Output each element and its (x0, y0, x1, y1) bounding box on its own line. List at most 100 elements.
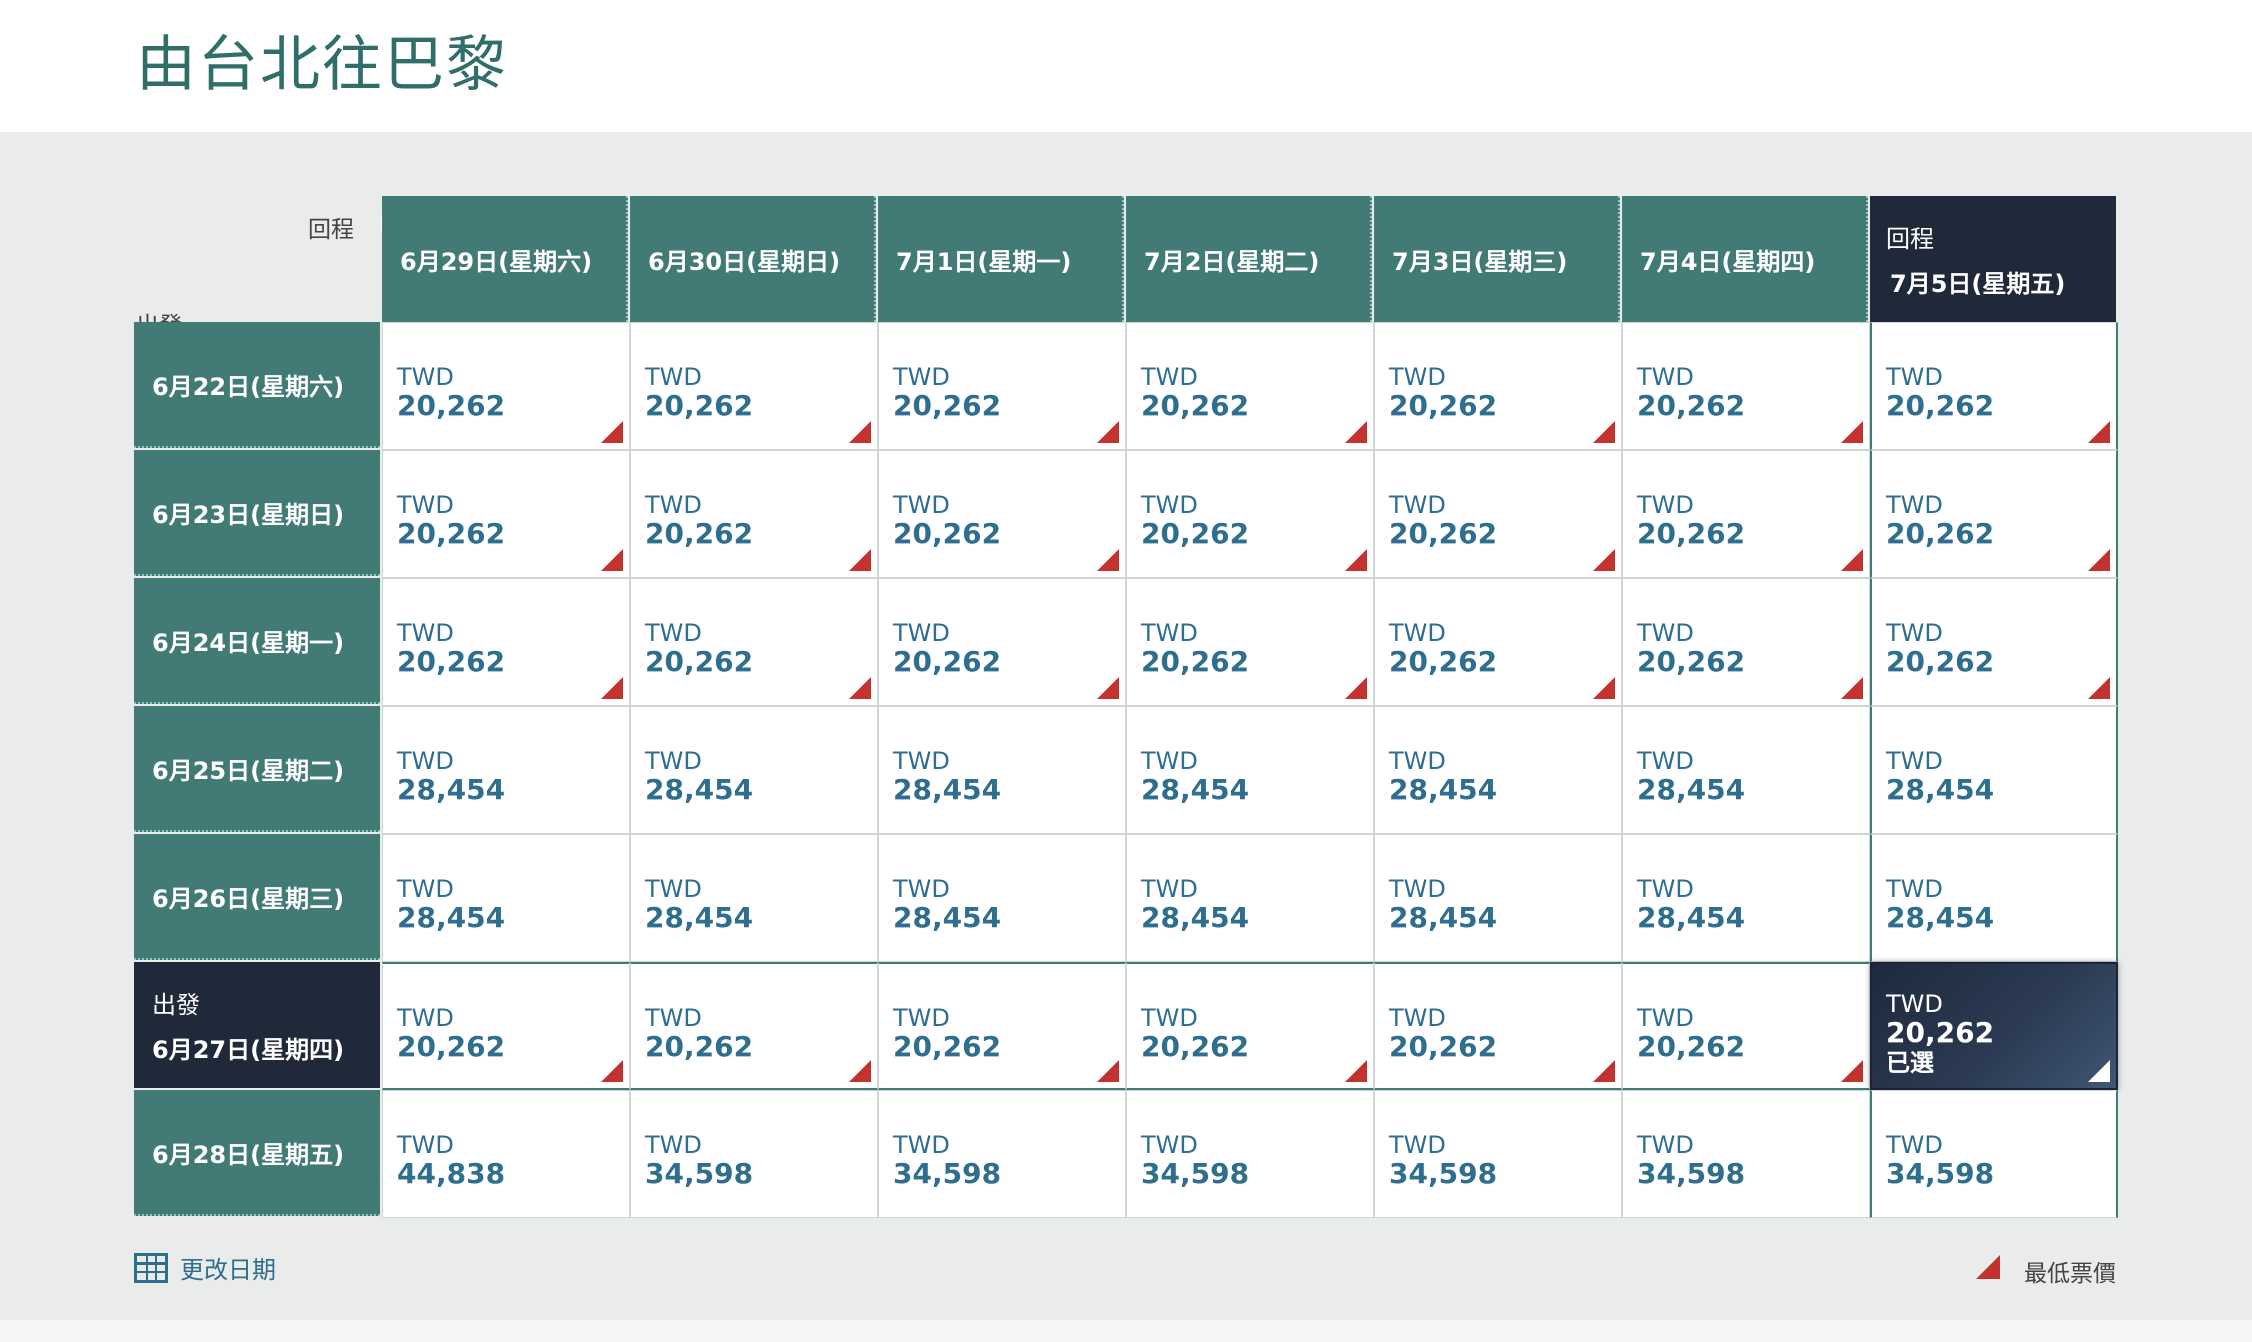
column-header-return-date[interactable]: 7月2日(星期二) (1126, 196, 1372, 322)
row-header-depart-date[interactable]: 6月24日(星期一) (134, 578, 380, 704)
column-header-return-date[interactable]: 6月30日(星期日) (630, 196, 876, 322)
row-header-depart-date[interactable]: 6月26日(星期三) (134, 834, 380, 960)
fare-cell[interactable]: TWD 28,454 (1622, 834, 1870, 962)
currency-label: TWD (1637, 875, 1694, 903)
fare-cell[interactable]: TWD 20,262 (382, 578, 630, 706)
fare-cell[interactable]: TWD 20,262 (1126, 578, 1374, 706)
fare-cell-content: TWD 20,262 (1637, 491, 1745, 549)
fare-cell[interactable]: TWD 20,262 (1374, 578, 1622, 706)
fare-cell[interactable]: TWD 20,262 (1622, 450, 1870, 578)
fare-amount: 20,262 (645, 389, 754, 422)
fare-cell[interactable]: TWD 28,454 (1870, 706, 2118, 834)
fare-cell[interactable]: TWD 20,262 (1374, 450, 1622, 578)
fare-cell[interactable]: TWD 28,454 (630, 834, 878, 962)
fare-cell[interactable]: TWD 28,454 (1870, 834, 2118, 962)
corner-return-label: 回程 (308, 217, 354, 243)
fare-cell[interactable]: TWD 20,262 (878, 578, 1126, 706)
fare-cell[interactable]: TWD 20,262 (878, 450, 1126, 578)
lowest-fare-marker-icon (2088, 677, 2110, 699)
fare-cell[interactable]: TWD 34,598 (1126, 1090, 1374, 1218)
fare-amount: 28,454 (893, 773, 1002, 806)
fare-amount: 44,838 (397, 1157, 506, 1190)
fare-cell[interactable]: TWD 28,454 (1126, 706, 1374, 834)
currency-label: TWD (893, 619, 950, 647)
fare-cell[interactable]: TWD 28,454 (878, 834, 1126, 962)
row-header-depart-date[interactable]: 出發 6月27日(星期四) (134, 962, 380, 1088)
fare-cell-content: TWD 20,262 (893, 491, 1001, 549)
currency-label: TWD (1886, 491, 1943, 519)
column-header-return-date[interactable]: 7月4日(星期四) (1622, 196, 1868, 322)
fare-cell[interactable]: TWD 20,262 (1126, 962, 1374, 1090)
fare-cell[interactable]: TWD 28,454 (630, 706, 878, 834)
fare-cell[interactable]: TWD 34,598 (878, 1090, 1126, 1218)
depart-tag: 出發 (152, 991, 200, 1019)
fare-cell-content: TWD 20,262 (645, 1004, 753, 1062)
fare-cell[interactable]: TWD 34,598 (630, 1090, 878, 1218)
fare-cell[interactable]: TWD 28,454 (878, 706, 1126, 834)
fare-cell[interactable]: TWD 34,598 (1622, 1090, 1870, 1218)
column-header-return-date[interactable]: 7月1日(星期一) (878, 196, 1124, 322)
fare-cell[interactable]: TWD 28,454 (1374, 706, 1622, 834)
fare-cell[interactable]: TWD 20,262 (1870, 450, 2118, 578)
fare-cell[interactable]: TWD 20,262 (1374, 322, 1622, 450)
fare-cell[interactable]: TWD 20,262 (878, 962, 1126, 1090)
fare-cell-selected[interactable]: TWD 20,262 已選 (1870, 962, 2118, 1090)
fare-cell-content: TWD 20,262 (1389, 491, 1497, 549)
fare-cell[interactable]: TWD 20,262 (1622, 962, 1870, 1090)
row-header-depart-date[interactable]: 6月23日(星期日) (134, 450, 380, 576)
fare-cell[interactable]: TWD 28,454 (1622, 706, 1870, 834)
legend: 最低票價 (1976, 1254, 2116, 1288)
lowest-fare-marker-icon (1841, 421, 1863, 443)
currency-label: TWD (1389, 1004, 1446, 1032)
fare-cell[interactable]: TWD 20,262 (382, 962, 630, 1090)
fare-amount: 20,262 (1886, 645, 1995, 678)
fare-cell-content: TWD 20,262 (1637, 619, 1745, 677)
fare-cell[interactable]: TWD 28,454 (382, 834, 630, 962)
lowest-fare-marker-icon (1593, 677, 1615, 699)
row-header-depart-date[interactable]: 6月28日(星期五) (134, 1090, 380, 1216)
fare-cell[interactable]: TWD 34,598 (1374, 1090, 1622, 1218)
fare-cell-content: TWD 28,454 (1886, 875, 1994, 933)
fare-cell[interactable]: TWD 28,454 (1374, 834, 1622, 962)
row-header-depart-date[interactable]: 6月22日(星期六) (134, 322, 380, 448)
change-date-link[interactable]: 更改日期 (134, 1250, 276, 1285)
fare-cell[interactable]: TWD 28,454 (382, 706, 630, 834)
column-header-return-date[interactable]: 6月29日(星期六) (382, 196, 628, 322)
lowest-fare-marker-icon (1097, 549, 1119, 571)
fare-cell[interactable]: TWD 20,262 (1622, 322, 1870, 450)
fare-cell[interactable]: TWD 20,262 (382, 322, 630, 450)
fare-cell[interactable]: TWD 28,454 (1126, 834, 1374, 962)
fare-cell[interactable]: TWD 20,262 (878, 322, 1126, 450)
lowest-fare-marker-icon (601, 549, 623, 571)
lowest-fare-marker-icon (2088, 421, 2110, 443)
fare-cell[interactable]: TWD 34,598 (1870, 1090, 2118, 1218)
row-header-label: 6月26日(星期三) (152, 884, 345, 913)
currency-label: TWD (1141, 363, 1198, 391)
currency-label: TWD (1637, 619, 1694, 647)
fare-cell[interactable]: TWD 20,262 (1870, 578, 2118, 706)
title-bar: 由台北往巴黎 (0, 0, 2252, 132)
fare-cell-content: TWD 34,598 (645, 1131, 753, 1189)
fare-cell[interactable]: TWD 20,262 (1374, 962, 1622, 1090)
fare-cell[interactable]: TWD 20,262 (630, 578, 878, 706)
column-header-return-date[interactable]: 7月3日(星期三) (1374, 196, 1620, 322)
fare-cell[interactable]: TWD 20,262 (1126, 322, 1374, 450)
row-header-depart-date[interactable]: 6月25日(星期二) (134, 706, 380, 832)
fare-cell[interactable]: TWD 20,262 (1870, 322, 2118, 450)
fare-cell[interactable]: TWD 44,838 (382, 1090, 630, 1218)
fare-cell[interactable]: TWD 20,262 (382, 450, 630, 578)
column-header-return-date[interactable]: 回程 7月5日(星期五) (1870, 196, 2116, 322)
fare-cell[interactable]: TWD 20,262 (630, 962, 878, 1090)
currency-label: TWD (1141, 875, 1198, 903)
column-header-label: 7月3日(星期三) (1392, 247, 1568, 276)
fare-amount: 34,598 (1389, 1157, 1498, 1190)
change-date-label: 更改日期 (180, 1256, 276, 1284)
currency-label: TWD (1637, 491, 1694, 519)
fare-cell[interactable]: TWD 20,262 (630, 450, 878, 578)
fare-cell-content: TWD 20,262 (397, 1004, 505, 1062)
fare-cell[interactable]: TWD 20,262 (1622, 578, 1870, 706)
currency-label: TWD (645, 875, 702, 903)
fare-cell[interactable]: TWD 20,262 (630, 322, 878, 450)
fare-cell-content: TWD 20,262 (1637, 363, 1745, 421)
fare-cell[interactable]: TWD 20,262 (1126, 450, 1374, 578)
